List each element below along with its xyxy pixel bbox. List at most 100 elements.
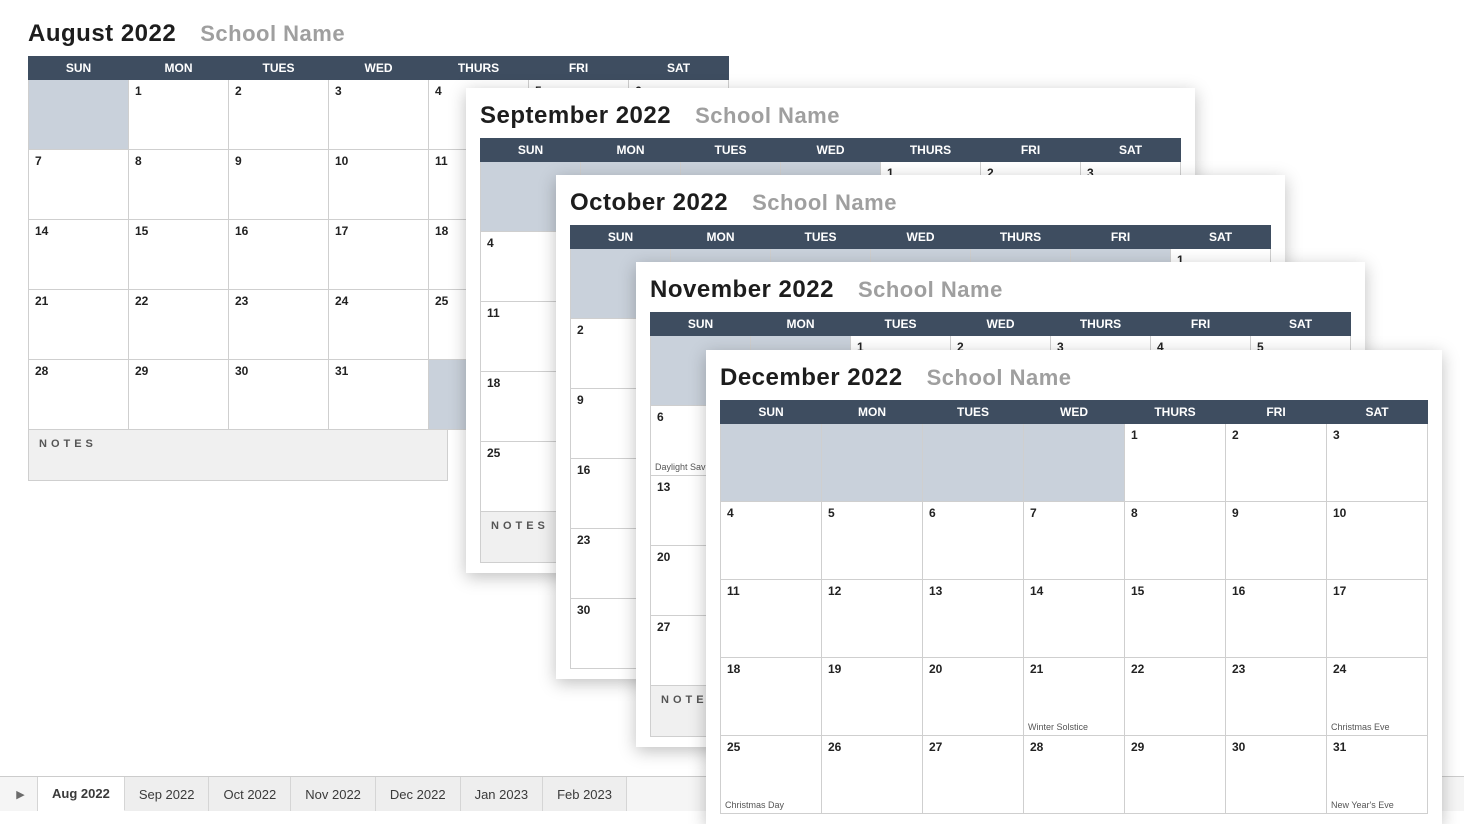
date-number: 2: [235, 84, 322, 98]
calendar-cell[interactable]: 10: [329, 150, 429, 220]
calendar-cell[interactable]: 15: [129, 220, 229, 290]
calendar-cell[interactable]: 30: [1226, 736, 1327, 814]
day-header: WED: [329, 57, 429, 80]
sheet-tab[interactable]: Feb 2023: [543, 777, 627, 811]
day-header: SUN: [651, 313, 751, 336]
calendar-cell[interactable]: 8: [129, 150, 229, 220]
calendar-cell[interactable]: 14: [1024, 580, 1125, 658]
day-header: MON: [129, 57, 229, 80]
date-number: 14: [35, 224, 122, 238]
date-number: 21: [35, 294, 122, 308]
date-number: 7: [1030, 506, 1118, 520]
day-header: THURS: [971, 226, 1071, 249]
calendar-cell[interactable]: 28: [29, 360, 129, 430]
calendar-cell[interactable]: 24Christmas Eve: [1327, 658, 1428, 736]
calendar-cell[interactable]: 16: [1226, 580, 1327, 658]
day-header: WED: [1024, 401, 1125, 424]
calendar-cell[interactable]: 31: [329, 360, 429, 430]
calendar-cell[interactable]: 30: [229, 360, 329, 430]
calendar-grid: SUNMONTUESWEDTHURSFRISAT1234567891011121…: [720, 400, 1428, 814]
calendar-cell[interactable]: [923, 424, 1024, 502]
calendar-cell[interactable]: 20: [923, 658, 1024, 736]
sheet-tab[interactable]: Aug 2022: [38, 777, 125, 811]
event-label: Winter Solstice: [1028, 723, 1120, 733]
date-number: 22: [135, 294, 222, 308]
notes-box[interactable]: NOTES: [28, 430, 448, 481]
day-header: FRI: [981, 139, 1081, 162]
calendar-cell[interactable]: 23: [1226, 658, 1327, 736]
calendar-cell[interactable]: 11: [721, 580, 822, 658]
day-header: MON: [581, 139, 681, 162]
calendar-cell[interactable]: 9: [1226, 502, 1327, 580]
calendar-cell[interactable]: 18: [721, 658, 822, 736]
calendar-cell[interactable]: 7: [29, 150, 129, 220]
day-header: MON: [671, 226, 771, 249]
event-label: Christmas Eve: [1331, 723, 1423, 733]
calendar-cell[interactable]: 21Winter Solstice: [1024, 658, 1125, 736]
date-number: 18: [727, 662, 815, 676]
calendar-cell[interactable]: 4: [721, 502, 822, 580]
day-header: TUES: [923, 401, 1024, 424]
sheet-tab[interactable]: Jan 2023: [461, 777, 544, 811]
calendar-cell[interactable]: 15: [1125, 580, 1226, 658]
sheet-tab[interactable]: Sep 2022: [125, 777, 210, 811]
calendar-cell[interactable]: 25Christmas Day: [721, 736, 822, 814]
calendar-cell[interactable]: 26: [822, 736, 923, 814]
calendar-cell[interactable]: 6: [923, 502, 1024, 580]
date-number: 20: [929, 662, 1017, 676]
calendar-cell[interactable]: 24: [329, 290, 429, 360]
date-number: 16: [1232, 584, 1320, 598]
calendar-cell[interactable]: 17: [1327, 580, 1428, 658]
date-number: 29: [135, 364, 222, 378]
calendar-cell[interactable]: 8: [1125, 502, 1226, 580]
calendar-cell[interactable]: 2: [1226, 424, 1327, 502]
sheet-tab[interactable]: Dec 2022: [376, 777, 461, 811]
day-header: SUN: [721, 401, 822, 424]
date-number: 29: [1131, 740, 1219, 754]
calendar-cell[interactable]: 16: [229, 220, 329, 290]
date-number: 16: [235, 224, 322, 238]
calendar-cell[interactable]: [721, 424, 822, 502]
day-header: WED: [781, 139, 881, 162]
calendar-cell[interactable]: 23: [229, 290, 329, 360]
calendar-cell[interactable]: 14: [29, 220, 129, 290]
calendar-month-title: November 2022: [650, 276, 834, 304]
calendar-cell[interactable]: 17: [329, 220, 429, 290]
calendar-cell[interactable]: 9: [229, 150, 329, 220]
calendar-cell[interactable]: 5: [822, 502, 923, 580]
calendar-cell[interactable]: 31New Year's Eve: [1327, 736, 1428, 814]
calendar-month-title: August 2022: [28, 20, 176, 48]
calendar-cell[interactable]: 1: [1125, 424, 1226, 502]
calendar-cell[interactable]: [29, 80, 129, 150]
calendar-cell[interactable]: 28: [1024, 736, 1125, 814]
calendar-cell[interactable]: 3: [1327, 424, 1428, 502]
calendar-cell[interactable]: 13: [923, 580, 1024, 658]
sheet-tab[interactable]: Nov 2022: [291, 777, 376, 811]
calendar-cell[interactable]: 2: [229, 80, 329, 150]
calendar-cell[interactable]: 19: [822, 658, 923, 736]
date-number: 31: [335, 364, 422, 378]
date-number: 30: [1232, 740, 1320, 754]
date-number: 3: [1333, 428, 1421, 442]
day-header: SUN: [571, 226, 671, 249]
calendar-card-dec: December 2022School NameSUNMONTUESWEDTHU…: [706, 350, 1442, 824]
calendar-cell[interactable]: 7: [1024, 502, 1125, 580]
date-number: 31: [1333, 740, 1421, 754]
calendar-cell[interactable]: 29: [1125, 736, 1226, 814]
calendar-cell[interactable]: 27: [923, 736, 1024, 814]
calendar-cell[interactable]: 10: [1327, 502, 1428, 580]
calendar-cell[interactable]: [822, 424, 923, 502]
calendar-cell[interactable]: 1: [129, 80, 229, 150]
calendar-cell[interactable]: 3: [329, 80, 429, 150]
calendar-cell[interactable]: [1024, 424, 1125, 502]
calendar-cell[interactable]: 21: [29, 290, 129, 360]
calendar-cell[interactable]: 22: [1125, 658, 1226, 736]
date-number: 15: [135, 224, 222, 238]
day-header: SAT: [1171, 226, 1271, 249]
school-name-label: School Name: [927, 365, 1072, 391]
tab-nav-play-icon[interactable]: ▶: [4, 777, 38, 811]
calendar-cell[interactable]: 12: [822, 580, 923, 658]
sheet-tab[interactable]: Oct 2022: [209, 777, 291, 811]
calendar-cell[interactable]: 29: [129, 360, 229, 430]
calendar-cell[interactable]: 22: [129, 290, 229, 360]
